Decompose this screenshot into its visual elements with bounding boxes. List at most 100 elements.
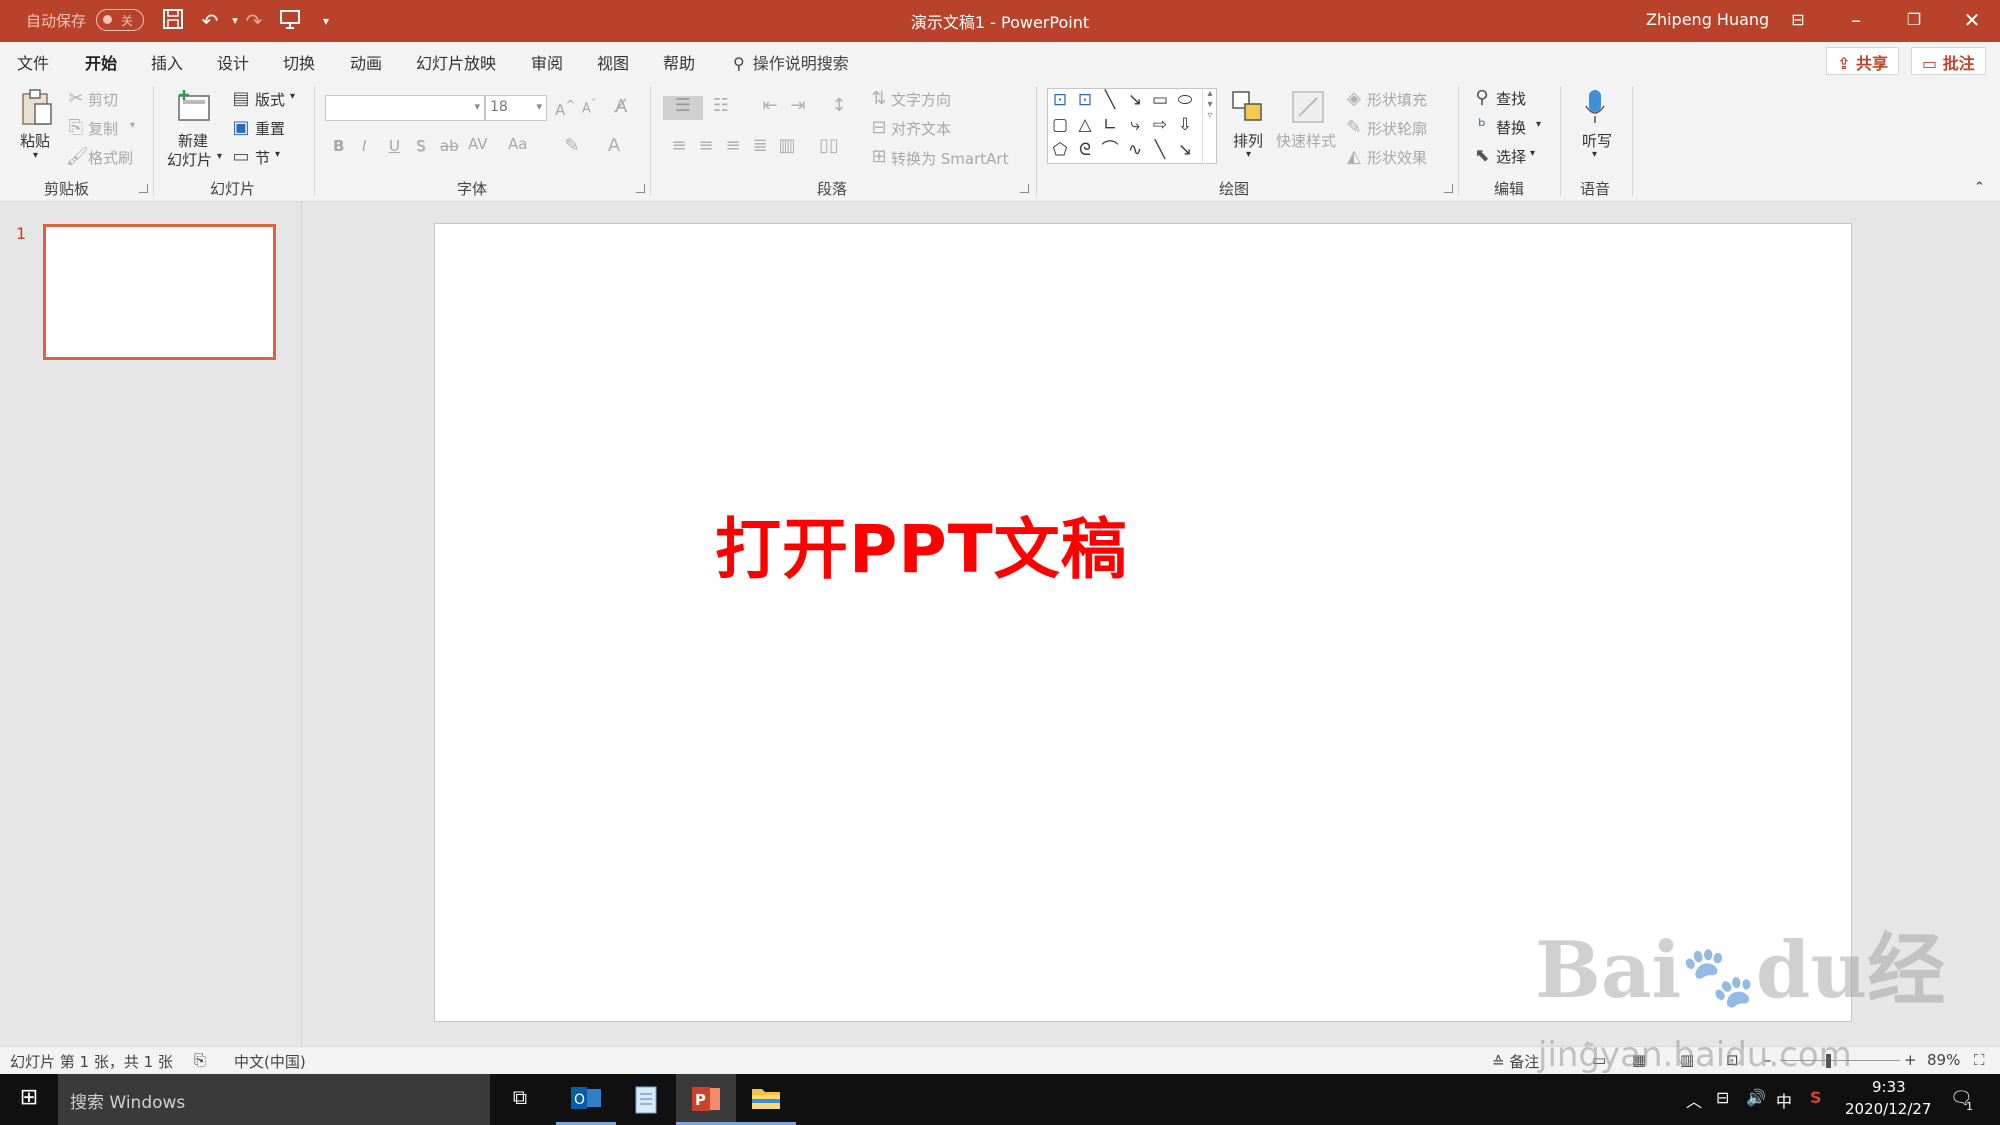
notepad-icon[interactable] bbox=[616, 1074, 676, 1125]
reset-icon[interactable]: ▣ bbox=[230, 118, 252, 138]
tab-slideshow[interactable]: 幻灯片放映 bbox=[416, 50, 496, 74]
right-arrow-shape-icon[interactable]: ⇨ bbox=[1150, 116, 1170, 134]
arrange-icon[interactable] bbox=[1228, 88, 1268, 128]
share-button[interactable]: ⇪ 共享 bbox=[1826, 47, 1899, 75]
paste-label[interactable]: 粘贴 bbox=[20, 130, 50, 151]
tab-insert[interactable]: 插入 bbox=[151, 50, 183, 74]
show-hidden-icons-icon[interactable]: ︿ bbox=[1686, 1088, 1702, 1112]
freeform-shape-icon[interactable]: ⬠ bbox=[1050, 141, 1070, 159]
layout-icon[interactable]: ▤ bbox=[230, 89, 252, 109]
shapes-scroll[interactable]: ▴ ▾ ▿ bbox=[1202, 88, 1217, 164]
select-cursor-icon[interactable]: ⬉ bbox=[1472, 146, 1492, 166]
reset-label[interactable]: 重置 bbox=[255, 118, 285, 139]
section-dropdown-icon[interactable]: ▾ bbox=[275, 149, 280, 160]
ribbon-display-options-icon[interactable]: ⊟ bbox=[1770, 0, 1826, 42]
tab-home[interactable]: 开始 bbox=[85, 50, 118, 83]
tab-view[interactable]: 视图 bbox=[597, 50, 629, 74]
diagonal-line-shape-icon[interactable]: ╲ bbox=[1150, 141, 1170, 159]
elbow-connector-shape-icon[interactable]: ∟ bbox=[1100, 116, 1120, 134]
windows-start-icon[interactable]: ⊞ bbox=[0, 1074, 58, 1125]
fit-to-window-icon[interactable]: ⛶ bbox=[1974, 1051, 1985, 1069]
new-slide-dropdown-icon[interactable]: ▾ bbox=[217, 151, 222, 162]
powerpoint-icon[interactable]: P bbox=[676, 1074, 736, 1125]
sogou-ime-icon[interactable]: S bbox=[1810, 1088, 1822, 1107]
section-icon[interactable]: ▭ bbox=[230, 147, 252, 167]
replace-icon[interactable]: ᵇ bbox=[1472, 117, 1492, 137]
tab-help[interactable]: 帮助 bbox=[663, 50, 695, 74]
new-slide-label-2[interactable]: 幻灯片 bbox=[167, 149, 212, 170]
tab-file[interactable]: 文件 bbox=[17, 50, 49, 74]
clock-time[interactable]: 9:33 bbox=[1872, 1078, 1906, 1096]
arc-shape-icon[interactable]: ⌒ bbox=[1100, 141, 1120, 159]
tab-review[interactable]: 审阅 bbox=[531, 50, 563, 74]
find-label[interactable]: 查找 bbox=[1496, 88, 1526, 109]
collapse-ribbon-icon[interactable]: ⌃ bbox=[1974, 180, 1985, 195]
drawing-launcher-icon[interactable] bbox=[1444, 184, 1453, 193]
paste-dropdown-icon[interactable]: ▾ bbox=[33, 150, 38, 161]
comments-button[interactable]: ▭ 批注 bbox=[1911, 47, 1986, 75]
zoom-in-icon[interactable]: + bbox=[1904, 1051, 1917, 1069]
find-icon[interactable]: ⚲ bbox=[1472, 88, 1492, 108]
notes-button[interactable]: ≙ 备注 bbox=[1492, 1051, 1539, 1072]
vertical-textbox-shape-icon[interactable]: ⊡ bbox=[1075, 91, 1095, 109]
font-size-combo[interactable]: 18 ▾ bbox=[485, 95, 547, 121]
input-method-indicator[interactable]: 中 bbox=[1776, 1088, 1792, 1112]
language-status[interactable]: 中文(中国) bbox=[234, 1051, 306, 1072]
rounded-rectangle-shape-icon[interactable]: ▢ bbox=[1050, 116, 1070, 134]
redo-icon[interactable]: ↷ bbox=[241, 8, 267, 34]
slide-thumbnail[interactable] bbox=[43, 224, 276, 360]
textbox-shape-icon[interactable]: ⊡ bbox=[1050, 91, 1070, 109]
curve-shape-icon[interactable]: ᘓ bbox=[1075, 141, 1095, 159]
outlook-icon[interactable]: O bbox=[556, 1074, 616, 1125]
save-icon[interactable] bbox=[160, 8, 186, 34]
minimize-icon[interactable]: – bbox=[1828, 0, 1884, 42]
replace-dropdown-icon[interactable]: ▾ bbox=[1536, 119, 1541, 130]
new-slide-icon[interactable] bbox=[174, 88, 214, 128]
arrow-line-shape-icon[interactable]: ↘ bbox=[1125, 91, 1145, 109]
undo-icon[interactable]: ↶ bbox=[197, 8, 223, 34]
arrange-dropdown-icon[interactable]: ▾ bbox=[1246, 149, 1251, 160]
file-explorer-icon[interactable] bbox=[736, 1074, 796, 1125]
start-slideshow-icon[interactable] bbox=[277, 8, 303, 34]
tab-design[interactable]: 设计 bbox=[217, 50, 249, 74]
arrange-label[interactable]: 排列 bbox=[1233, 130, 1263, 151]
spell-check-icon[interactable]: ⎘ bbox=[194, 1051, 206, 1069]
select-label[interactable]: 选择 bbox=[1496, 146, 1526, 167]
line-shape-icon[interactable]: ╲ bbox=[1100, 91, 1120, 109]
zoom-level[interactable]: 89% bbox=[1927, 1051, 1960, 1069]
elbow-arrow-shape-icon[interactable]: ⤷ bbox=[1125, 116, 1145, 134]
new-slide-label-1[interactable]: 新建 bbox=[178, 130, 208, 151]
microphone-icon[interactable] bbox=[1582, 88, 1608, 128]
section-label[interactable]: 节 bbox=[255, 147, 270, 168]
dictate-dropdown-icon[interactable]: ▾ bbox=[1592, 149, 1597, 160]
taskbar-search-box[interactable]: 搜索 Windows bbox=[58, 1074, 490, 1125]
restore-icon[interactable]: ❐ bbox=[1886, 0, 1942, 42]
triangle-shape-icon[interactable]: △ bbox=[1075, 116, 1095, 134]
customize-toolbar-icon[interactable]: ▾ bbox=[313, 8, 339, 34]
replace-label[interactable]: 替换 bbox=[1496, 117, 1526, 138]
slide-title-text[interactable]: 打开PPT文稿 bbox=[715, 496, 1128, 592]
layout-label[interactable]: 版式 bbox=[255, 89, 285, 110]
tab-animations[interactable]: 动画 bbox=[350, 50, 382, 74]
slide-canvas[interactable]: 打开PPT文稿 bbox=[434, 223, 1852, 1022]
dictate-label[interactable]: 听写 bbox=[1582, 130, 1612, 151]
paste-icon[interactable] bbox=[18, 88, 56, 128]
network-icon[interactable]: ⊟ bbox=[1716, 1088, 1729, 1107]
tell-me-search[interactable]: ⚲ 操作说明搜索 bbox=[733, 50, 849, 74]
arrow-shape-icon[interactable]: ↘ bbox=[1175, 141, 1195, 159]
oval-shape-icon[interactable]: ⬭ bbox=[1175, 91, 1195, 109]
rectangle-shape-icon[interactable]: ▭ bbox=[1150, 91, 1170, 109]
select-dropdown-icon[interactable]: ▾ bbox=[1530, 148, 1535, 159]
layout-dropdown-icon[interactable]: ▾ bbox=[290, 91, 295, 102]
tab-transitions[interactable]: 切换 bbox=[283, 50, 315, 74]
task-view-icon[interactable]: ⧉ bbox=[490, 1074, 550, 1125]
wave-shape-icon[interactable]: ∿ bbox=[1125, 141, 1145, 159]
autosave-toggle[interactable]: 关 bbox=[96, 9, 144, 31]
volume-icon[interactable]: 🔊 bbox=[1746, 1088, 1766, 1107]
user-name[interactable]: Zhipeng Huang bbox=[1646, 10, 1769, 29]
down-arrow-shape-icon[interactable]: ⇩ bbox=[1175, 116, 1195, 134]
clock-date[interactable]: 2020/12/27 bbox=[1845, 1100, 1931, 1118]
font-name-combo[interactable]: ▾ bbox=[325, 95, 485, 121]
close-icon[interactable]: ✕ bbox=[1944, 0, 2000, 42]
clipboard-launcher-icon[interactable] bbox=[139, 184, 148, 193]
